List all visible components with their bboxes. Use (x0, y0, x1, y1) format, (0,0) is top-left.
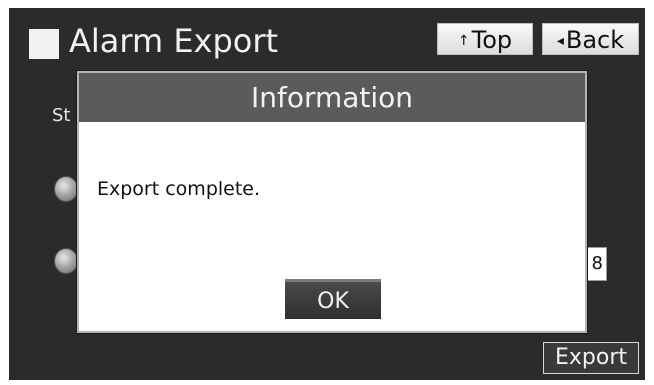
radio-button-option-2[interactable] (54, 248, 78, 274)
page-title: Alarm Export (69, 22, 279, 60)
back-button-label: Back (565, 26, 625, 54)
back-button[interactable]: ◂Back (542, 23, 639, 55)
export-button[interactable]: Export (543, 342, 639, 374)
obscured-label: St (52, 105, 71, 126)
dialog-message: Export complete. (97, 178, 261, 200)
ok-button[interactable]: OK (285, 279, 381, 319)
information-dialog: Information Export complete. OK (77, 71, 587, 333)
app-panel: Alarm Export ↑Top ◂Back St 8 Export Info… (9, 8, 645, 380)
top-button-label: Top (471, 26, 513, 54)
square-icon (29, 29, 59, 59)
screen: Alarm Export ↑Top ◂Back St 8 Export Info… (0, 0, 654, 385)
top-button[interactable]: ↑Top (437, 23, 533, 55)
up-arrow-icon: ↑ (457, 33, 470, 49)
dialog-title: Information (79, 73, 585, 122)
left-triangle-icon: ◂ (556, 33, 564, 49)
radio-button-option-1[interactable] (54, 176, 78, 202)
